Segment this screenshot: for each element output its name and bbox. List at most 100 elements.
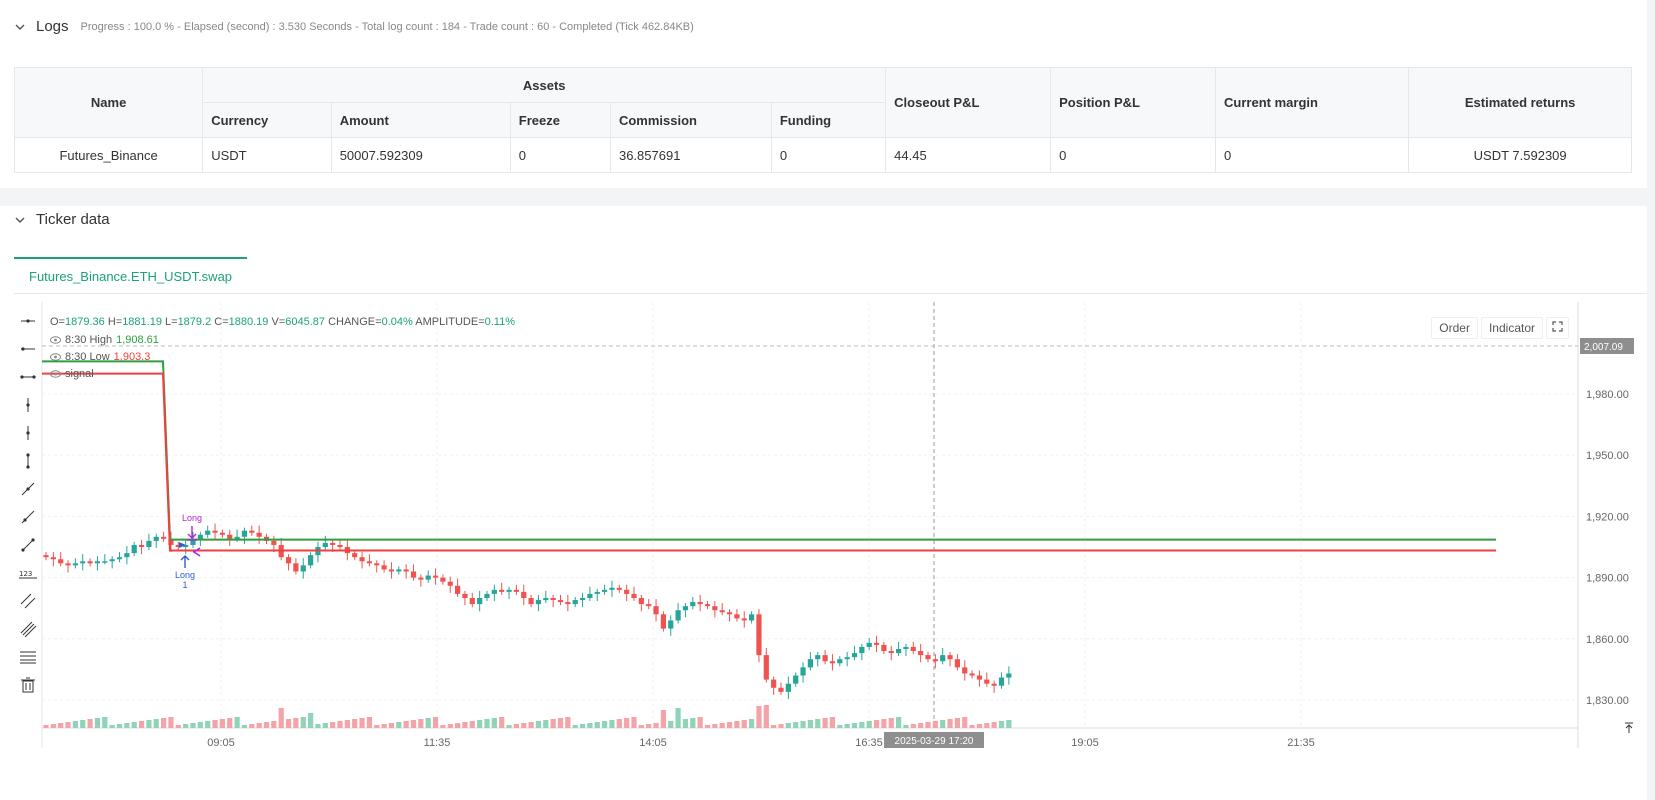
cell-closeout: 44.45: [885, 137, 1052, 173]
candle-body: [234, 536, 240, 539]
candle-body: [410, 571, 417, 578]
candle-body: [366, 561, 372, 564]
trend-line-icon[interactable]: [18, 479, 38, 499]
volume-bar: [337, 721, 343, 728]
ohlc-amplitude: 0.11%: [484, 316, 515, 328]
candle-body: [873, 642, 880, 645]
volume-bar: [425, 718, 431, 728]
candle-body: [418, 577, 424, 580]
eye-icon[interactable]: [50, 370, 61, 378]
volume-bar: [888, 718, 894, 728]
entry-marker: [179, 542, 186, 548]
ticker-header[interactable]: Ticker data: [14, 211, 110, 228]
volume-bar: [308, 713, 314, 728]
eye-icon[interactable]: [50, 336, 61, 344]
volume-bar: [271, 721, 277, 728]
volume-bar: [124, 723, 130, 728]
candle-body: [940, 655, 946, 662]
candle-body: [668, 620, 674, 629]
indicator-button[interactable]: Indicator: [1480, 317, 1543, 339]
volume-bar: [366, 717, 372, 728]
candle-body: [829, 661, 836, 664]
price-label-icon[interactable]: 123: [18, 563, 38, 583]
candle-body: [763, 655, 769, 680]
horizontal-segment-icon[interactable]: [18, 367, 38, 387]
order-button[interactable]: Order: [1431, 317, 1478, 339]
assets-table: Name Assets Closeout P&L Position P&L Cu…: [13, 67, 1632, 173]
volume-bar: [455, 723, 461, 728]
volume-bar: [646, 724, 652, 728]
ohlc-low: 1879.2: [177, 316, 212, 328]
fib-levels-icon[interactable]: [18, 647, 38, 667]
arrow-up-icon: [1625, 722, 1633, 733]
fullscreen-button[interactable]: [1546, 317, 1569, 339]
chevron-down-icon[interactable]: [14, 214, 26, 226]
candle-body: [660, 614, 666, 629]
candle-body: [925, 655, 931, 660]
volume-bar: [631, 717, 637, 728]
vertical-ray-icon[interactable]: [18, 395, 38, 415]
legend-high[interactable]: 8:30 High 1,908.61: [50, 334, 159, 346]
trash-icon[interactable]: [18, 675, 38, 695]
logs-header[interactable]: Logs Progress : 100.0 % - Elapsed (secon…: [14, 18, 694, 35]
candle-body: [550, 598, 556, 601]
ohlc-high: 1881.19: [122, 316, 162, 328]
eye-icon[interactable]: [50, 353, 61, 361]
volume-bar: [815, 719, 821, 728]
tab-eth-usdt-swap[interactable]: Futures_Binance.ETH_USDT.swap: [14, 257, 248, 293]
candle-body: [866, 642, 872, 647]
col-amount: Amount: [330, 102, 511, 138]
candle-body: [837, 659, 843, 664]
volume-bar: [190, 723, 196, 728]
volume-bar: [712, 724, 718, 728]
price-chart[interactable]: 1,830.00 1,860.00 1,890.00 1,920.00 1,950.00…: [0, 302, 1647, 800]
candle-body: [102, 561, 108, 563]
crosshair-y-label: 2,007.09: [1584, 342, 1623, 353]
horizontal-line-icon[interactable]: [18, 339, 38, 359]
volume-bar: [557, 718, 564, 728]
candle-body: [896, 649, 902, 654]
candle-body: [388, 569, 395, 572]
ohlc-amp-label: AMPLITUDE=: [415, 316, 485, 328]
pitchfork-icon[interactable]: [18, 619, 38, 639]
candle-body: [72, 563, 78, 566]
volume-bar: [80, 720, 86, 728]
col-currency: Currency: [202, 102, 332, 138]
candle-body: [749, 614, 755, 621]
volume-bar: [624, 718, 630, 728]
crosshair-x-label: 2025-03-29 17:20: [895, 736, 974, 747]
vertical-segment-icon[interactable]: [18, 451, 38, 471]
volume-bar: [771, 725, 777, 728]
legend-low[interactable]: 8:30 Low 1,903.3: [50, 351, 150, 363]
candle-body: [881, 644, 887, 652]
volume-bar: [859, 722, 865, 728]
vertical-line-icon[interactable]: [18, 423, 38, 443]
ray-line-icon[interactable]: [18, 507, 38, 527]
col-name: Name: [13, 67, 204, 138]
volume-bar: [778, 724, 784, 728]
parallel-channel-icon[interactable]: [18, 591, 38, 611]
candle-body: [337, 544, 343, 547]
volume-bar: [822, 718, 828, 728]
candle-body: [440, 577, 446, 582]
chevron-down-icon[interactable]: [14, 21, 26, 33]
volume-bar: [638, 725, 644, 728]
volume-bar: [763, 705, 769, 728]
legend-signal[interactable]: signal: [50, 368, 94, 380]
candle-body: [778, 687, 784, 692]
candle-body: [910, 646, 916, 652]
candle-body: [205, 530, 211, 535]
horizontal-ray-icon[interactable]: [18, 311, 38, 331]
candle-body: [161, 536, 167, 539]
volume-bar: [300, 717, 306, 728]
volume-bar: [374, 725, 380, 728]
candle-body: [109, 559, 115, 562]
candle-body: [954, 659, 960, 668]
volume-bar: [653, 723, 659, 728]
volume-bar: [903, 725, 909, 728]
scroll-top-button[interactable]: [1619, 718, 1639, 738]
segment-line-icon[interactable]: [18, 535, 38, 555]
x-tick-label: 11:35: [424, 737, 451, 749]
candle-body: [43, 555, 49, 558]
y-tick-label: 1,860.00: [1586, 634, 1629, 646]
